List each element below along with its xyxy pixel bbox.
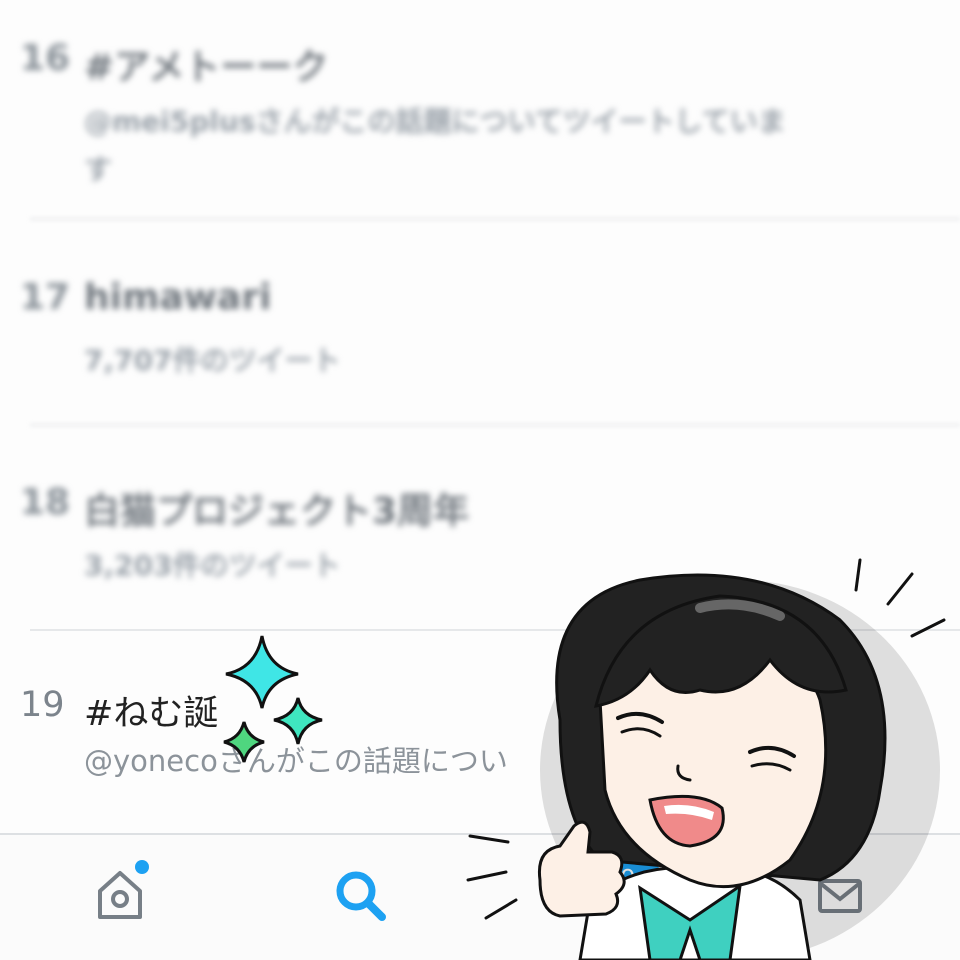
- messages-icon: [818, 879, 862, 913]
- unread-dot: [135, 860, 149, 874]
- trend-meta: @yonecoさんがこの話題につい: [84, 744, 508, 778]
- trends-screen: 16 #アメトーーク @mei5plusさんがこの話題についてツイートしていま …: [0, 0, 960, 960]
- trend-meta: @mei5plusさんがこの話題についてツイートしていま す: [84, 105, 786, 186]
- trend-rank: 19: [20, 685, 65, 725]
- trend-item-18[interactable]: 18 白猫プロジェクト3周年 3,203件のツイート: [0, 482, 960, 622]
- divider: [30, 629, 960, 631]
- trend-rank: 18: [20, 482, 71, 523]
- divider: [30, 424, 960, 426]
- divider: [30, 218, 960, 220]
- trend-meta: 3,203件のツイート: [84, 549, 341, 582]
- trend-item-17[interactable]: 17 himawari 7,707件のツイート: [0, 277, 960, 417]
- tab-messages[interactable]: [800, 855, 880, 935]
- search-icon: [336, 871, 386, 921]
- home-icon: [98, 871, 142, 919]
- trend-title: himawari: [84, 277, 272, 318]
- trend-rank: 16: [20, 38, 71, 79]
- trend-title: 白猫プロジェクト3周年: [84, 491, 470, 532]
- trend-meta: 7,707件のツイート: [84, 344, 341, 377]
- tab-bar: 20+: [0, 833, 960, 960]
- tab-search[interactable]: [320, 855, 400, 935]
- trend-title: #アメトーーク: [84, 47, 329, 88]
- trend-item-16[interactable]: 16 #アメトーーク @mei5plusさんがこの話題についてツイートしていま …: [0, 38, 960, 218]
- trend-title: #ねむ誕: [84, 694, 219, 734]
- trend-item-19[interactable]: 19 #ねむ誕 @yonecoさんがこの話題につい: [0, 685, 960, 825]
- notifications-badge: 20+: [594, 859, 663, 897]
- trend-rank: 17: [20, 277, 71, 318]
